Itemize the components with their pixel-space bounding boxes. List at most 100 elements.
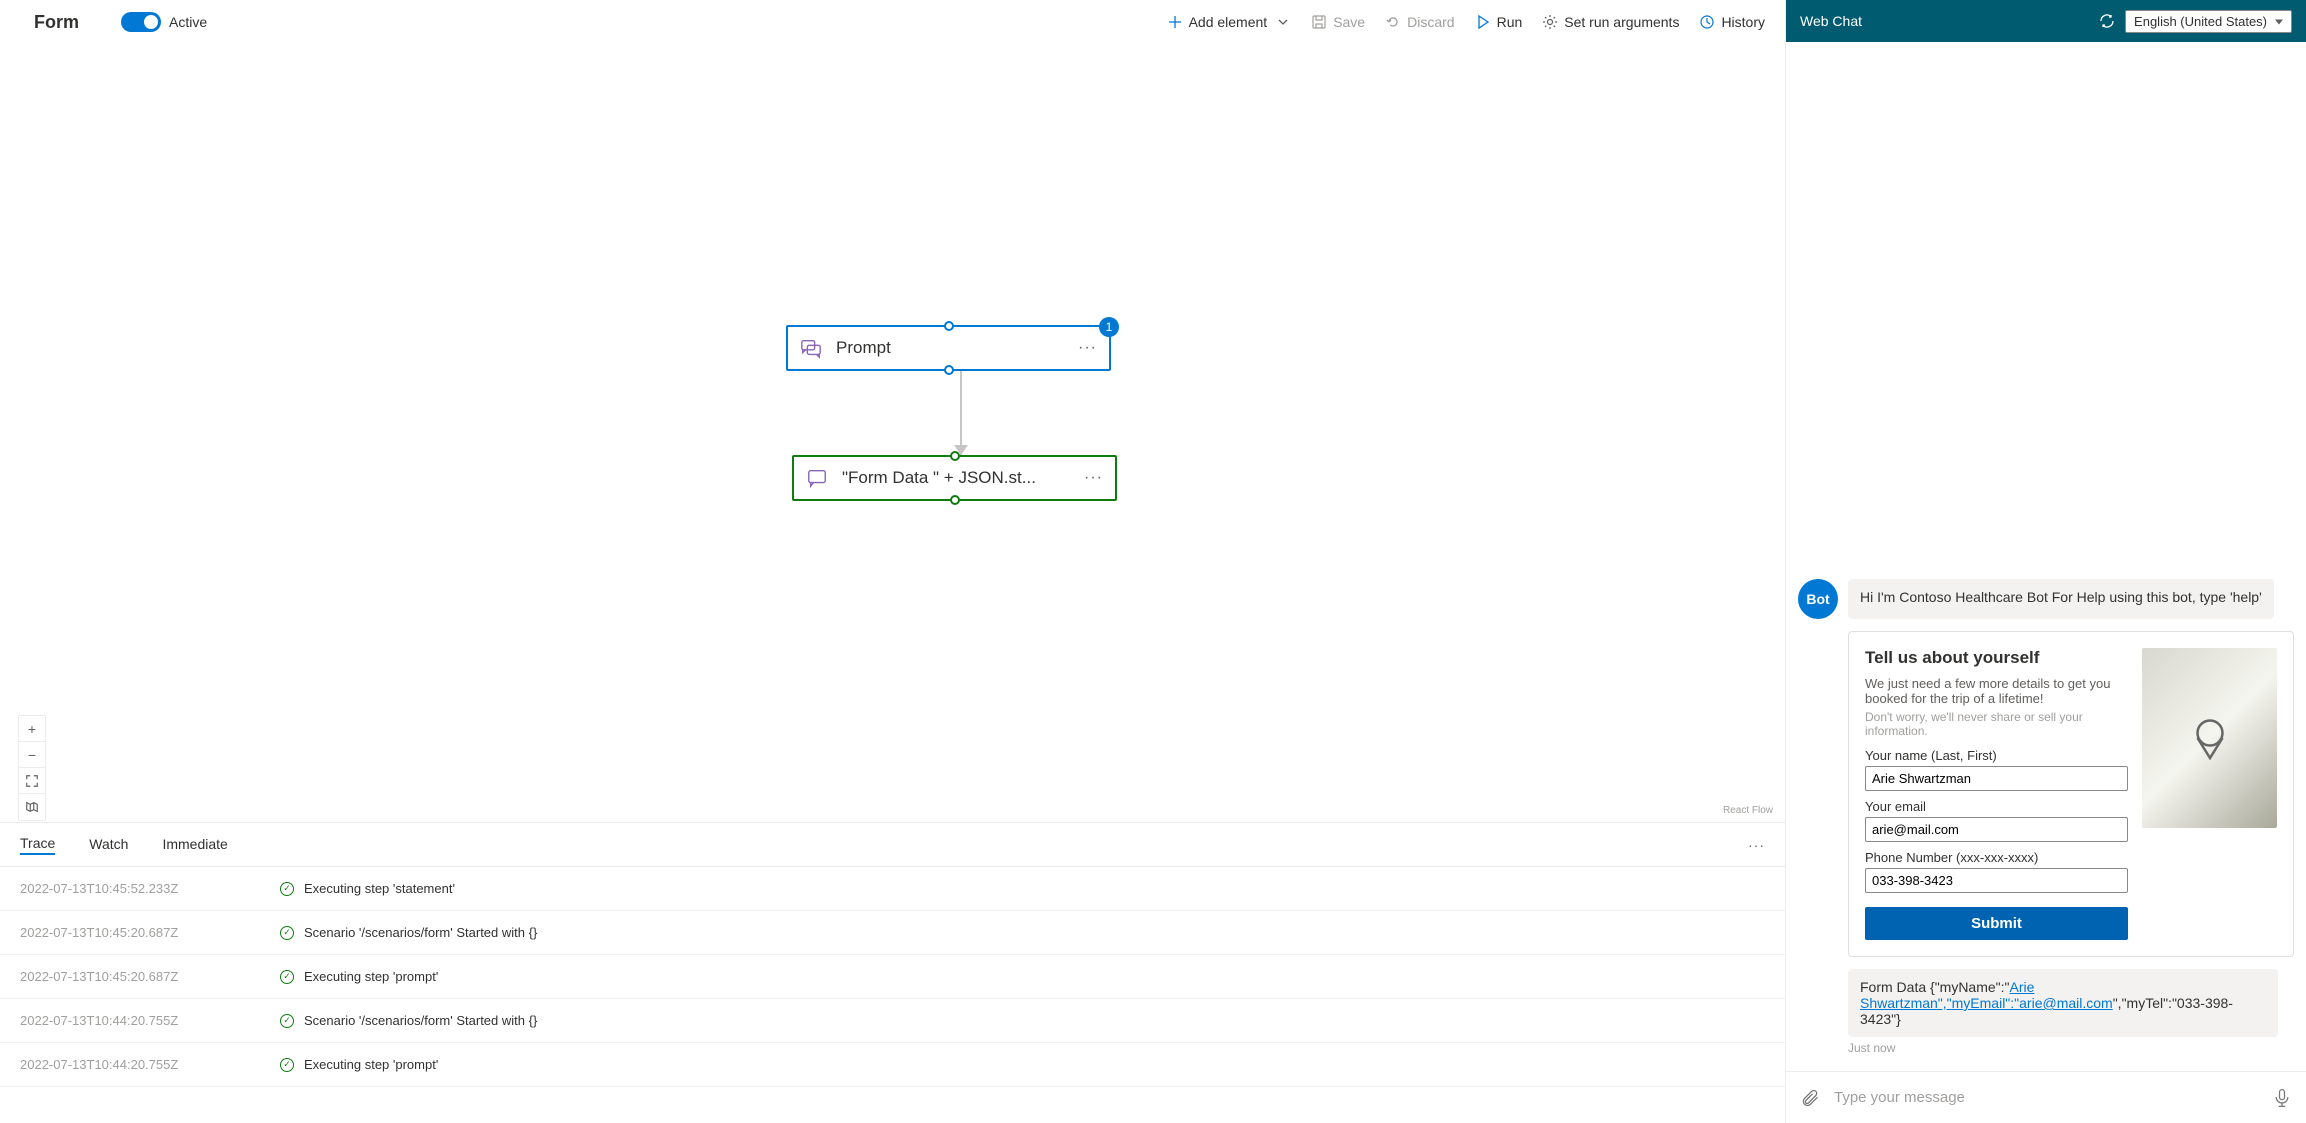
name-label: Your name (Last, First) [1865,748,2128,763]
bot-avatar: Bot [1798,579,1838,619]
node-port-bottom[interactable] [944,365,954,375]
trace-row: 2022-07-13T10:45:52.233Z ✓ Executing ste… [0,867,1785,911]
node-badge: 1 [1099,317,1119,337]
bot-greeting-bubble: Hi I'm Contoso Healthcare Bot For Help u… [1848,579,2274,619]
node-port-bottom[interactable] [950,495,960,505]
react-flow-attribution: React Flow [1723,805,1773,816]
fit-view-button[interactable] [19,768,45,794]
node-statement-label: "Form Data " + JSON.st... [842,468,1070,488]
zoom-out-button[interactable]: − [19,742,45,768]
trace-timestamp: 2022-07-13T10:44:20.755Z [20,1013,200,1028]
refresh-icon[interactable] [2099,13,2115,29]
check-icon: ✓ [280,882,294,896]
node-prompt[interactable]: Prompt ··· 1 [786,325,1111,371]
trace-timestamp: 2022-07-13T10:45:52.233Z [20,881,200,896]
gear-icon [1542,14,1558,30]
attachment-icon[interactable] [1800,1088,1820,1108]
node-more-icon[interactable]: ··· [1078,339,1097,357]
trace-row: 2022-07-13T10:45:20.687Z ✓ Executing ste… [0,955,1785,999]
submit-button[interactable]: Submit [1865,907,2128,940]
node-port-top[interactable] [944,321,954,331]
main-area: Form Active Add element Save [0,0,1785,1123]
set-run-args-button[interactable]: Set run arguments [1542,14,1679,30]
message-timestamp: Just now [1848,1041,2294,1055]
toolbar: Form Active Add element Save [0,0,1785,45]
toolbar-right: Add element Save Discard [1167,14,1765,30]
trace-row: 2022-07-13T10:45:20.687Z ✓ Scenario '/sc… [0,911,1785,955]
check-icon: ✓ [280,1058,294,1072]
history-icon [1699,14,1715,30]
bottom-tabs: Trace Watch Immediate ··· [0,823,1785,867]
node-more-icon[interactable]: ··· [1084,469,1103,487]
set-run-args-label: Set run arguments [1564,14,1679,30]
language-dropdown[interactable]: English (United States) [2125,10,2292,33]
play-icon [1475,14,1491,30]
phone-input[interactable] [1865,868,2128,893]
trace-timestamp: 2022-07-13T10:44:20.755Z [20,1057,200,1072]
trace-list[interactable]: 2022-07-13T10:45:52.233Z ✓ Executing ste… [0,867,1785,1123]
name-input[interactable] [1865,766,2128,791]
node-statement[interactable]: "Form Data " + JSON.st... ··· [792,455,1117,501]
plus-icon [1167,14,1183,30]
toolbar-left: Form Active [20,12,207,33]
tab-trace[interactable]: Trace [20,835,55,855]
chat-input-bar [1786,1071,2306,1123]
run-button[interactable]: Run [1475,14,1523,30]
bottom-panel: Trace Watch Immediate ··· 2022-07-13T10:… [0,822,1785,1123]
trace-row: 2022-07-13T10:44:20.755Z ✓ Scenario '/sc… [0,999,1785,1043]
web-chat-panel: Web Chat English (United States) Bot Hi … [1785,0,2306,1123]
active-toggle[interactable] [121,12,161,32]
trace-message: ✓ Executing step 'prompt' [280,1057,438,1072]
node-port-top[interactable] [950,451,960,461]
trace-message: ✓ Scenario '/scenarios/form' Started wit… [280,1013,537,1028]
trace-message: ✓ Executing step 'prompt' [280,969,438,984]
check-icon: ✓ [280,926,294,940]
statement-icon [806,467,828,489]
email-input[interactable] [1865,817,2128,842]
web-chat-body[interactable]: Bot Hi I'm Contoso Healthcare Bot For He… [1786,42,2306,1071]
zoom-in-button[interactable]: + [19,716,45,742]
discard-label: Discard [1407,14,1454,30]
flow-canvas[interactable]: Prompt ··· 1 "Form Data " + JSON.st... ·… [0,45,1785,822]
chat-text-input[interactable] [1834,1089,2258,1106]
card-title: Tell us about yourself [1865,648,2128,668]
card-note: Don't worry, we'll never share or sell y… [1865,710,2128,738]
panel-more-icon[interactable]: ··· [1748,837,1765,853]
tab-immediate[interactable]: Immediate [162,836,227,854]
trace-message: ✓ Executing step 'statement' [280,881,455,896]
canvas-controls: + − [18,715,46,821]
chat-spacer [1786,50,2306,573]
flow-edge [960,371,962,455]
active-toggle-label: Active [169,14,207,30]
discard-button: Discard [1385,14,1454,30]
undo-icon [1385,14,1401,30]
card-main: Tell us about yourself We just need a fe… [1865,648,2128,940]
check-icon: ✓ [280,970,294,984]
adaptive-card: Tell us about yourself We just need a fe… [1848,631,2294,957]
save-button: Save [1311,14,1365,30]
history-button[interactable]: History [1699,14,1765,30]
prompt-icon [800,337,822,359]
page-title: Form [34,12,79,33]
trace-message: ✓ Scenario '/scenarios/form' Started wit… [280,925,537,940]
save-icon [1311,14,1327,30]
bot-message-row: Bot Hi I'm Contoso Healthcare Bot For He… [1786,573,2306,625]
add-element-button[interactable]: Add element [1167,14,1292,30]
tab-watch[interactable]: Watch [89,836,128,854]
node-prompt-label: Prompt [836,338,1064,358]
trace-timestamp: 2022-07-13T10:45:20.687Z [20,969,200,984]
web-chat-header: Web Chat English (United States) [1786,0,2306,42]
add-element-label: Add element [1189,14,1268,30]
chevron-down-icon [1275,14,1291,30]
save-label: Save [1333,14,1365,30]
phone-label: Phone Number (xxx-xxx-xxxx) [1865,850,2128,865]
history-label: History [1721,14,1765,30]
card-image [2142,648,2277,828]
run-label: Run [1497,14,1523,30]
minimap-button[interactable] [19,794,45,820]
active-toggle-group: Active [121,12,207,32]
email-label: Your email [1865,799,2128,814]
microphone-icon[interactable] [2272,1088,2292,1108]
web-chat-title: Web Chat [1800,13,1862,29]
card-subtitle: We just need a few more details to get y… [1865,676,2128,706]
